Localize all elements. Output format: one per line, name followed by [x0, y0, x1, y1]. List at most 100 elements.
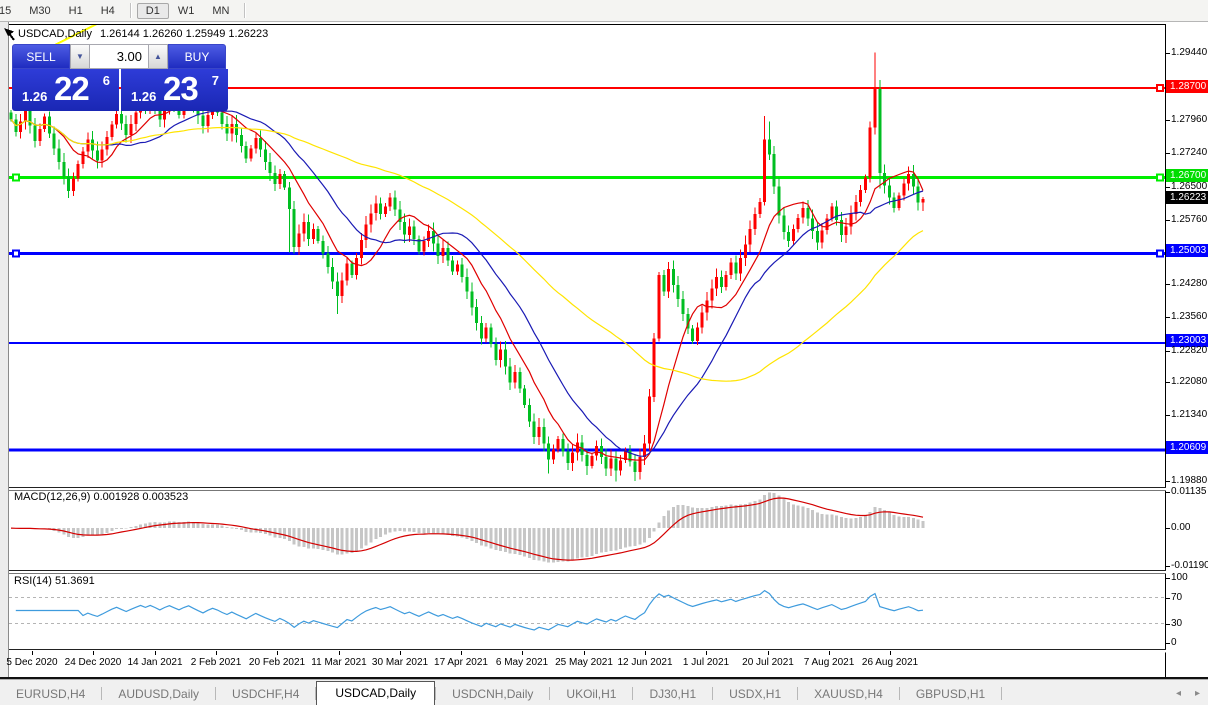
axis-tick-mark	[1166, 624, 1170, 625]
tf-button-m30[interactable]: M30	[20, 3, 59, 19]
date-axis-label: 6 May 2021	[496, 657, 548, 668]
axis-tick-mark	[1166, 528, 1170, 529]
macd-splitter[interactable]	[9, 487, 1208, 491]
date-axis-label: 20 Feb 2021	[249, 657, 305, 668]
date-axis-label: 17 Apr 2021	[434, 657, 488, 668]
date-axis-label: 30 Mar 2021	[372, 657, 428, 668]
price-level-badge: 1.26223	[1166, 191, 1208, 204]
volume-decrease-button[interactable]: ▼	[70, 44, 90, 69]
date-tick-mark	[277, 651, 278, 655]
mt4-terminal: 15 M30 H1 H4 D1 W1 MN USDCAD,Daily 1.261…	[0, 0, 1208, 705]
date-axis-label: 25 May 2021	[555, 657, 613, 668]
chart-ohlc-quote: 1.26144 1.26260 1.25949 1.26223	[100, 28, 268, 40]
date-tick-mark	[93, 651, 94, 655]
date-tick-mark	[829, 651, 830, 655]
cursor-arrow-icon	[3, 27, 17, 42]
date-tick-mark	[216, 651, 217, 655]
date-tick-mark	[890, 651, 891, 655]
sell-price-figure: 1.26	[22, 89, 47, 104]
date-tick-mark	[522, 651, 523, 655]
date-axis-label: 12 Jun 2021	[617, 657, 672, 668]
chart-tab-usdcnh[interactable]: USDCNH,Daily	[436, 683, 549, 705]
volume-increase-button[interactable]: ▲	[148, 44, 168, 69]
timeframe-toolbar: 15 M30 H1 H4 D1 W1 MN	[0, 0, 1208, 22]
price-axis-label: 0	[1171, 637, 1177, 649]
chart-symbol-label: USDCAD,Daily	[18, 28, 92, 40]
buy-price-figure: 1.26	[131, 89, 156, 104]
date-tick-mark	[339, 651, 340, 655]
tf-button-mn[interactable]: MN	[203, 3, 238, 19]
date-tick-mark	[645, 651, 646, 655]
date-tick-mark	[32, 651, 33, 655]
buy-button[interactable]: BUY	[168, 44, 226, 69]
rsi-splitter[interactable]	[9, 570, 1208, 574]
tf-button-w1[interactable]: W1	[169, 3, 204, 19]
date-axis-label: 7 Aug 2021	[804, 657, 855, 668]
chart-tab-usdchf[interactable]: USDCHF,H4	[216, 683, 315, 705]
chart-tab-xauusd[interactable]: XAUUSD,H4	[798, 683, 899, 705]
chart-tab-gbpusd[interactable]: GBPUSD,H1	[900, 683, 1001, 705]
window-left-border	[0, 22, 9, 678]
sell-price-point: 6	[103, 73, 110, 88]
sell-price-display[interactable]: 1.26 22 6	[12, 69, 119, 111]
volume-input[interactable]	[90, 44, 148, 69]
tf-button-h4[interactable]: H4	[92, 3, 124, 19]
axis-tick-mark	[1166, 53, 1170, 54]
date-axis-label: 20 Jul 2021	[742, 657, 794, 668]
chart-tab-ukoil[interactable]: UKOil,H1	[550, 683, 632, 705]
date-tick-mark	[461, 651, 462, 655]
axis-tick-mark	[1166, 566, 1170, 567]
date-axis-label: 2 Feb 2021	[191, 657, 242, 668]
date-axis-label: 26 Aug 2021	[862, 657, 918, 668]
price-axis-label: 1.22820	[1171, 345, 1207, 357]
chart-tab-usdx[interactable]: USDX,H1	[713, 683, 797, 705]
axis-tick-mark	[1166, 187, 1170, 188]
date-axis[interactable]: 5 Dec 202024 Dec 202014 Jan 20212 Feb 20…	[9, 651, 1165, 677]
price-level-badge: 1.25003	[1166, 244, 1208, 257]
buy-price-display[interactable]: 1.26 23 7	[121, 69, 228, 111]
date-tick-mark	[584, 651, 585, 655]
chart-area	[9, 24, 1165, 651]
tab-scroll-left-icon[interactable]: ◂	[1176, 688, 1181, 699]
price-axis-label: -0.01190	[1171, 560, 1208, 572]
price-axis-label: 100	[1171, 572, 1188, 584]
price-axis[interactable]: 1.294401.287001.279601.272401.267001.265…	[1166, 24, 1208, 677]
price-axis-label: 70	[1171, 592, 1182, 604]
toolbar-separator	[130, 3, 131, 18]
axis-tick-mark	[1166, 220, 1170, 221]
price-level-badge: 1.28700	[1166, 80, 1208, 93]
axis-tick-mark	[1166, 598, 1170, 599]
chart-tab-dj30[interactable]: DJ30,H1	[633, 683, 712, 705]
price-axis-label: 0.01135	[1171, 486, 1206, 498]
axis-tick-mark	[1166, 578, 1170, 579]
tab-scroll-arrows: ◂▸	[1176, 688, 1200, 699]
tf-button-m15[interactable]: 15	[0, 3, 20, 19]
axis-tick-mark	[1166, 153, 1170, 154]
price-axis-label: 1.24280	[1171, 278, 1207, 290]
chart-title: USDCAD,Daily 1.26144 1.26260 1.25949 1.2…	[18, 28, 268, 40]
chart-tab-eurusd[interactable]: EURUSD,H4	[0, 683, 101, 705]
axis-tick-mark	[1166, 382, 1170, 383]
chart-tab-usdcad[interactable]: USDCAD,Daily	[316, 681, 435, 705]
tab-scroll-right-icon[interactable]: ▸	[1195, 688, 1200, 699]
buy-price-pips: 23	[163, 70, 198, 108]
date-axis-label: 5 Dec 2020	[6, 657, 57, 668]
price-axis-label: 1.29440	[1171, 47, 1207, 59]
sell-button[interactable]: SELL	[12, 44, 70, 69]
price-axis-label: 1.27240	[1171, 147, 1207, 159]
date-axis-label: 1 Jul 2021	[683, 657, 729, 668]
price-axis-label: 1.27960	[1171, 114, 1207, 126]
axis-tick-mark	[1166, 120, 1170, 121]
rsi-indicator-panel[interactable]	[9, 572, 1165, 651]
price-axis-label: 1.23560	[1171, 311, 1207, 323]
tf-button-h1[interactable]: H1	[60, 3, 92, 19]
price-axis-label: 30	[1171, 618, 1182, 630]
tf-button-d1[interactable]: D1	[137, 3, 169, 19]
date-axis-label: 14 Jan 2021	[127, 657, 182, 668]
axis-tick-mark	[1166, 415, 1170, 416]
axis-tick-mark	[1166, 351, 1170, 352]
chart-tab-audusd[interactable]: AUDUSD,Daily	[102, 683, 215, 705]
one-click-trading-panel: SELL ▼ ▲ BUY 1.26 22 6 1.26 23 7	[12, 44, 228, 111]
axis-tick-mark	[1166, 481, 1170, 482]
date-tick-mark	[706, 651, 707, 655]
